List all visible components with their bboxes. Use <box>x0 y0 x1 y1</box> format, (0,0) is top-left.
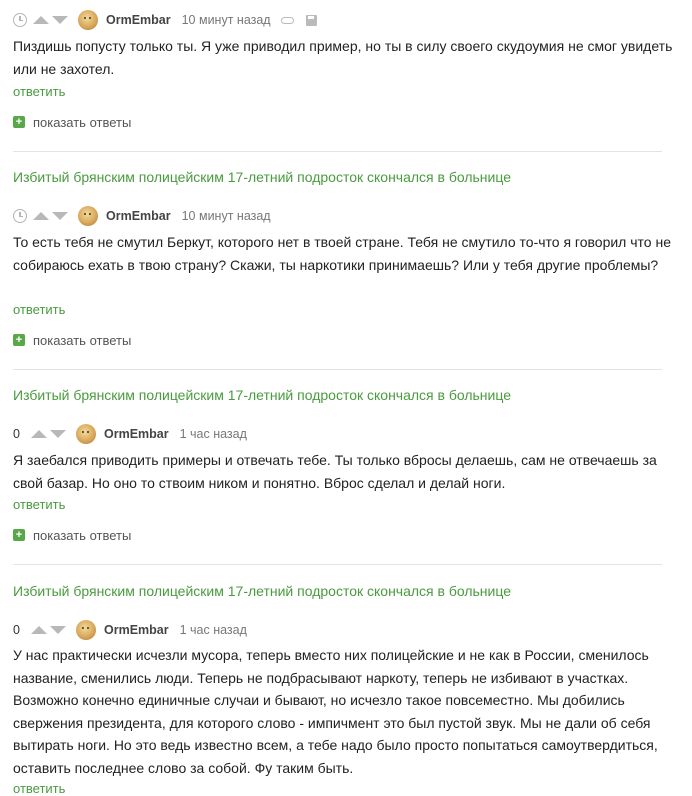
comment-header: OrmEmbar 10 минут назад <box>13 206 281 226</box>
comment-text: То есть тебя не смутил Беркут, которого … <box>13 234 671 273</box>
story-title-link[interactable]: Избитый брянским полицейским 17-летний п… <box>13 169 511 185</box>
avatar[interactable] <box>76 620 96 640</box>
show-replies-button[interactable]: + показать ответы <box>13 332 132 348</box>
comment-text: Пиздишь попусту только ты. Я уже приводи… <box>13 38 673 77</box>
reply-link[interactable]: ответить <box>13 302 65 317</box>
reply-link[interactable]: ответить <box>13 497 65 512</box>
divider <box>13 151 662 152</box>
show-replies-button[interactable]: + показать ответы <box>13 114 132 130</box>
show-replies-label: показать ответы <box>33 332 132 348</box>
story-title-link[interactable]: Избитый брянским полицейским 17-летний п… <box>13 387 511 403</box>
comment-time[interactable]: 1 час назад <box>180 427 247 441</box>
avatar[interactable] <box>78 10 98 30</box>
save-icon[interactable] <box>305 14 317 26</box>
comment-text: У нас практически исчезли мусора, теперь… <box>13 647 658 776</box>
downvote-arrow-icon[interactable] <box>52 212 68 220</box>
story-title-link[interactable]: Избитый брянским полицейским 17-летний п… <box>13 583 511 599</box>
reply-link[interactable]: ответить <box>13 781 65 796</box>
comment-author[interactable]: OrmEmbar <box>104 623 169 637</box>
show-replies-label: показать ответы <box>33 114 132 130</box>
comment-score: 0 <box>13 623 20 637</box>
comment-time[interactable]: 10 минут назад <box>182 13 271 27</box>
reply-link[interactable]: ответить <box>13 84 65 99</box>
clock-icon <box>13 209 27 223</box>
upvote-arrow-icon[interactable] <box>33 16 49 24</box>
comment-time[interactable]: 10 минут назад <box>182 209 271 223</box>
comment-score: 0 <box>13 427 20 441</box>
comment-text: Я заебался приводить примеры и отвечать … <box>13 452 657 491</box>
avatar[interactable] <box>78 206 98 226</box>
plus-icon: + <box>13 529 25 541</box>
clock-icon <box>13 13 27 27</box>
downvote-arrow-icon[interactable] <box>50 430 66 438</box>
divider <box>13 564 662 565</box>
divider <box>13 369 662 370</box>
show-replies-label: показать ответы <box>33 527 132 543</box>
upvote-arrow-icon[interactable] <box>33 212 49 220</box>
comment-author[interactable]: OrmEmbar <box>106 209 171 223</box>
upvote-arrow-icon[interactable] <box>31 626 47 634</box>
link-icon[interactable] <box>280 16 294 24</box>
downvote-arrow-icon[interactable] <box>52 16 68 24</box>
comment-author[interactable]: OrmEmbar <box>104 427 169 441</box>
comment-author[interactable]: OrmEmbar <box>106 13 171 27</box>
upvote-arrow-icon[interactable] <box>31 430 47 438</box>
comment-header: 0 OrmEmbar 1 час назад <box>13 424 257 444</box>
plus-icon: + <box>13 334 25 346</box>
comment-time[interactable]: 1 час назад <box>180 623 247 637</box>
avatar[interactable] <box>76 424 96 444</box>
show-replies-button[interactable]: + показать ответы <box>13 527 132 543</box>
comment-header: 0 OrmEmbar 1 час назад <box>13 620 257 640</box>
comment-header: OrmEmbar 10 минут назад <box>13 10 317 30</box>
plus-icon: + <box>13 116 25 128</box>
downvote-arrow-icon[interactable] <box>50 626 66 634</box>
